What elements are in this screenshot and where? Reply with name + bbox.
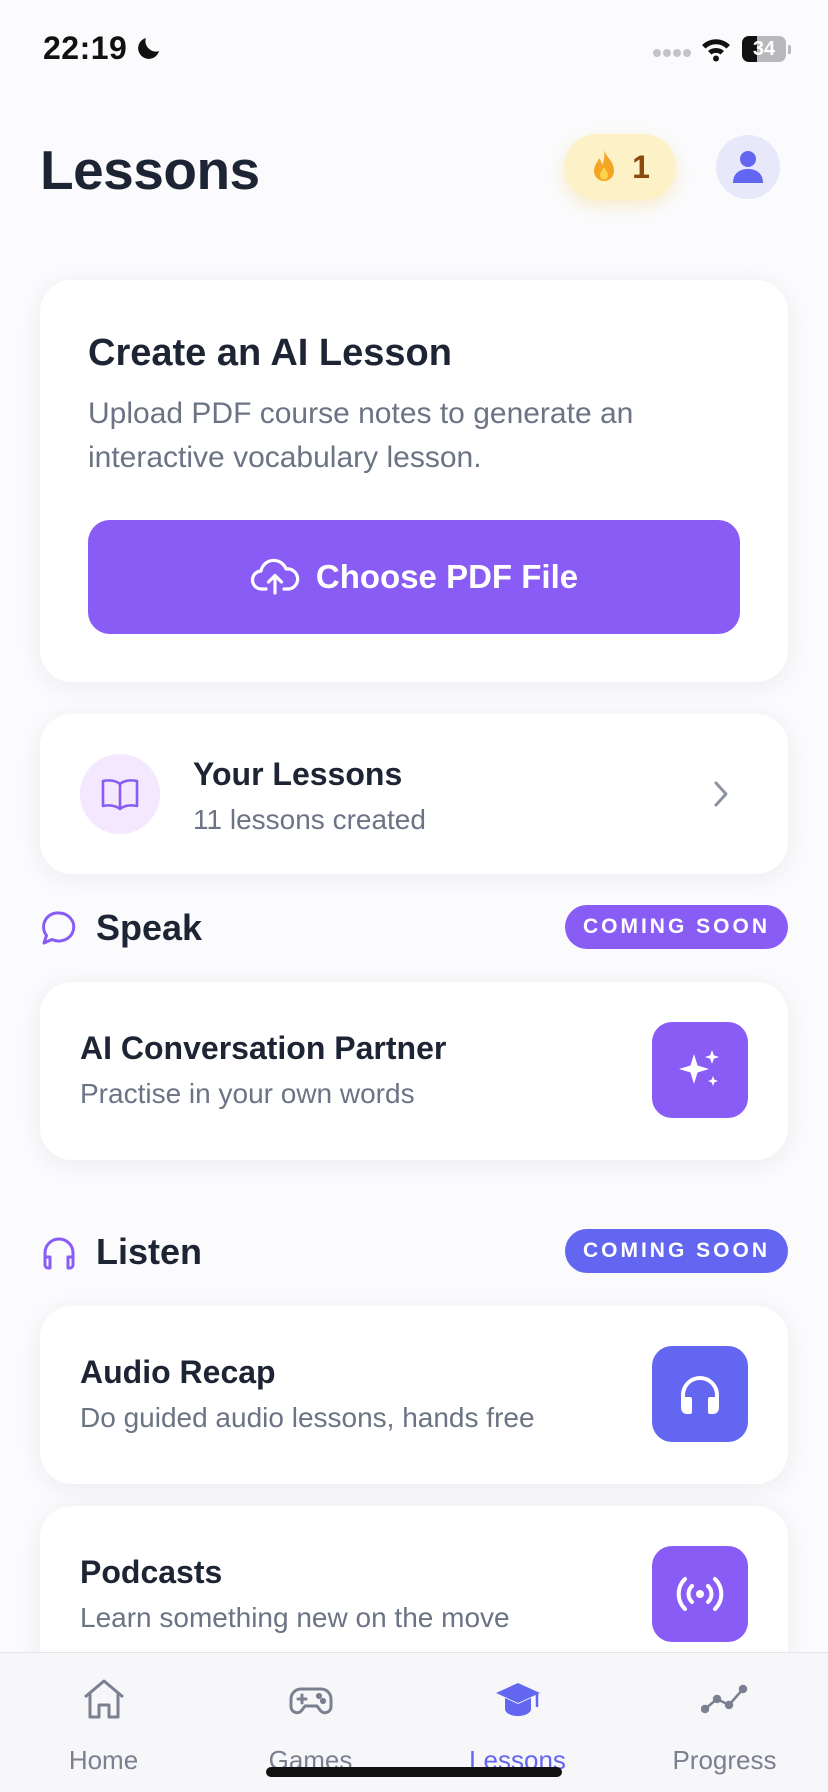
- speak-section-header: Speak COMING SOON: [40, 903, 788, 953]
- tab-home-label: Home: [68, 1745, 139, 1775]
- chat-bubble-icon: [42, 911, 76, 945]
- create-lesson-title: Create an AI Lesson: [88, 332, 452, 374]
- speak-section-title: Speak: [96, 907, 203, 948]
- listen-section-title: Listen: [96, 1231, 203, 1272]
- listen-coming-soon-badge: COMING SOON: [564, 1229, 788, 1273]
- choose-pdf-label: Choose PDF File: [315, 558, 579, 595]
- sparkles-icon: [679, 1050, 719, 1086]
- trend-line-icon: [701, 1684, 748, 1714]
- your-lessons-card[interactable]: Your Lessons 11 lessons created: [40, 714, 788, 874]
- podcasts-subtitle: Learn something new on the move: [80, 1602, 510, 1633]
- tab-progress-label: Progress: [672, 1745, 777, 1775]
- cellular-signal-icon: [653, 49, 691, 57]
- cloud-upload-icon: [250, 558, 300, 595]
- profile-button[interactable]: [716, 135, 780, 199]
- audio-recap-subtitle: Do guided audio lessons, hands free: [80, 1402, 535, 1433]
- home-indicator: [266, 1767, 562, 1777]
- ai-conversation-subtitle: Practise in your own words: [80, 1078, 415, 1109]
- audio-recap-card[interactable]: Audio Recap Do guided audio lessons, han…: [40, 1306, 788, 1484]
- moon-icon: [138, 38, 159, 59]
- streak-count: 1: [632, 148, 650, 185]
- podcasts-title: Podcasts: [80, 1554, 223, 1590]
- ai-conversation-title: AI Conversation Partner: [80, 1030, 447, 1066]
- wifi-icon: [702, 39, 730, 62]
- speak-coming-soon-badge: COMING SOON: [564, 905, 788, 949]
- podcasts-tile: [652, 1546, 748, 1642]
- battery-percent: 34: [752, 38, 776, 60]
- book-open-icon: [101, 779, 139, 811]
- listen-section-header: Listen COMING SOON: [40, 1227, 788, 1277]
- create-ai-lesson-card: Create an AI Lesson Upload PDF course no…: [40, 280, 788, 682]
- page-title: Lessons: [40, 139, 260, 201]
- headphones-icon: [43, 1237, 75, 1270]
- flame-icon: [594, 150, 615, 181]
- ai-conversation-card[interactable]: AI Conversation Partner Practise in your…: [40, 982, 788, 1160]
- gamepad-icon: [289, 1687, 333, 1715]
- ai-conversation-tile: [652, 1022, 748, 1118]
- book-icon-badge: [80, 754, 160, 834]
- audio-recap-title: Audio Recap: [80, 1354, 276, 1390]
- audio-recap-tile: [652, 1346, 748, 1442]
- home-icon: [84, 1679, 124, 1719]
- tab-home[interactable]: Home: [0, 1653, 207, 1792]
- create-lesson-description: Upload PDF course notes to generate an i…: [88, 397, 634, 474]
- chevron-right-icon: [714, 781, 728, 807]
- battery-indicator: 34: [742, 36, 791, 62]
- status-bar: 22:19 34: [0, 0, 828, 100]
- broadcast-icon: [676, 1577, 724, 1611]
- headphones-icon: [681, 1376, 719, 1414]
- your-lessons-title: Your Lessons: [193, 756, 403, 792]
- choose-pdf-button[interactable]: Choose PDF File: [88, 520, 740, 634]
- your-lessons-count: 11 lessons created: [193, 804, 426, 835]
- status-time: 22:19: [43, 30, 128, 66]
- tab-progress[interactable]: Progress: [621, 1653, 828, 1792]
- user-icon: [733, 151, 763, 183]
- graduation-cap-icon: [496, 1683, 540, 1716]
- streak-badge[interactable]: 1: [564, 134, 676, 200]
